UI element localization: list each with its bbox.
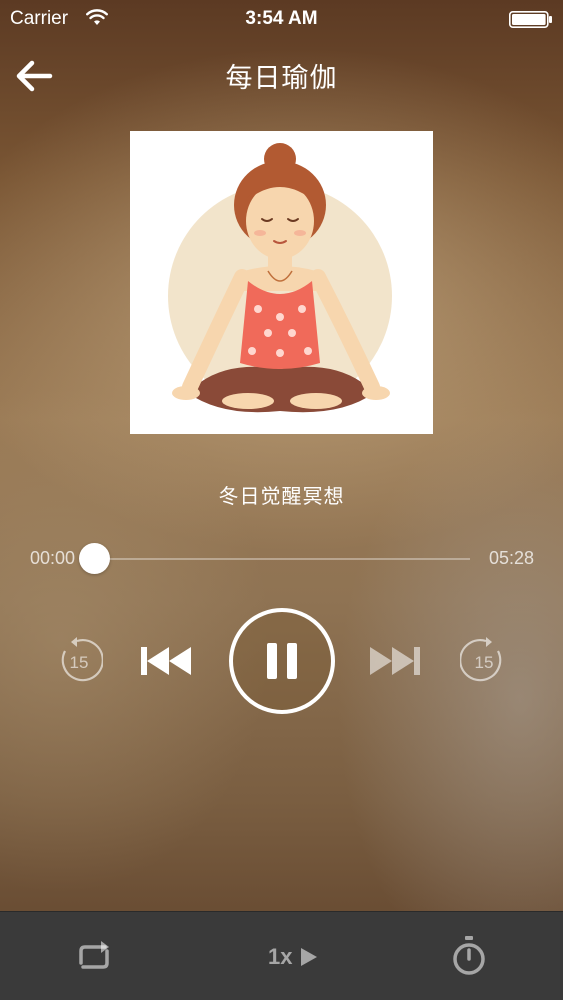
skip-next-icon	[370, 647, 420, 675]
page-title: 每日瑜伽	[225, 63, 338, 94]
next-track-button[interactable]	[368, 644, 424, 678]
previous-track-button[interactable]	[139, 644, 195, 678]
status-time: 3:54 AM	[245, 8, 318, 29]
stopwatch-icon[interactable]	[450, 935, 488, 977]
pause-button[interactable]	[229, 608, 335, 714]
skip-previous-icon	[141, 647, 191, 675]
status-bar: Carrier 3:54 AM	[0, 0, 563, 40]
progress-knob[interactable]	[79, 543, 110, 574]
playback-speed-button[interactable]: 1x	[262, 940, 324, 974]
forward-seconds-label: 15	[475, 653, 494, 672]
forward-15-icon: 15	[460, 637, 502, 682]
playback-speed-label: 1x	[268, 944, 293, 969]
repeat-icon[interactable]	[73, 939, 115, 975]
total-time: 05:28	[488, 548, 534, 568]
pause-icon	[267, 643, 297, 679]
track-title: 冬日觉醒冥想	[218, 484, 345, 508]
album-artwork	[130, 131, 433, 434]
forward-15-button[interactable]: 15	[460, 637, 508, 685]
battery-icon	[509, 11, 552, 28]
rewind-15-button[interactable]: 15	[55, 637, 103, 685]
rewind-15-icon: 15	[61, 637, 103, 682]
rewind-seconds-label: 15	[70, 653, 89, 672]
bottom-toolbar: 1x	[0, 911, 563, 1000]
meditating-woman-illustration	[130, 131, 433, 434]
progress-slider[interactable]	[79, 543, 470, 574]
current-time: 00:00	[30, 548, 76, 568]
play-triangle-icon	[301, 948, 317, 966]
